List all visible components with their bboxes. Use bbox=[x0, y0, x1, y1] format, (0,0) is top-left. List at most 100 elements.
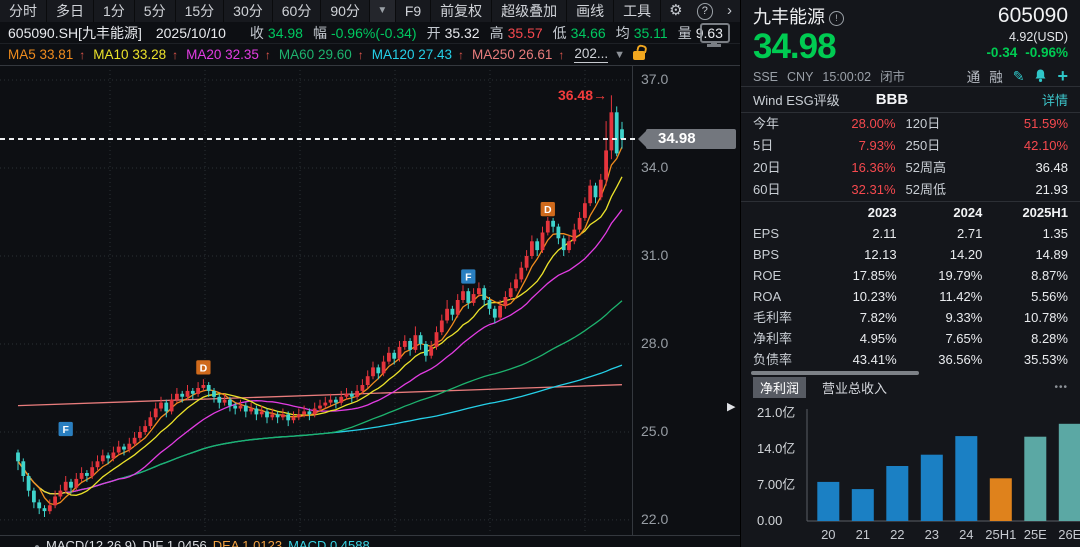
esg-rating: BBB bbox=[876, 91, 909, 108]
fin-row-label: ROE bbox=[753, 265, 811, 286]
gear-icon[interactable]: ⚙ bbox=[661, 0, 690, 22]
quote-field-label: 均 bbox=[616, 23, 630, 43]
quote-field-value: 34.66 bbox=[571, 25, 606, 41]
macd-params: MACD(12,26,9) bbox=[46, 538, 136, 547]
bar-23[interactable] bbox=[921, 455, 943, 521]
perf-label: 60日 bbox=[753, 179, 799, 201]
fin-col-header: 2023 bbox=[811, 202, 897, 223]
ma-dropdown-icon[interactable]: ▼ bbox=[614, 49, 625, 61]
more-options-icon[interactable]: ••• bbox=[1054, 382, 1068, 393]
tab-total-revenue[interactable]: 营业总收入 bbox=[822, 378, 887, 397]
bar-26E[interactable] bbox=[1059, 424, 1080, 521]
bar-20[interactable] bbox=[817, 482, 839, 521]
toolbar-action-1[interactable]: 前复权 bbox=[431, 0, 492, 22]
svg-text:7.00亿: 7.00亿 bbox=[757, 477, 795, 492]
interval-dropdown-icon[interactable]: ▼ bbox=[370, 0, 396, 22]
svg-text:0.00: 0.00 bbox=[757, 513, 782, 528]
quote-field-value: 35.11 bbox=[634, 25, 668, 41]
esg-detail-link[interactable]: 详情 bbox=[1042, 90, 1068, 109]
bar-25H1[interactable] bbox=[990, 478, 1012, 521]
quote-field-label: 幅 bbox=[313, 23, 327, 43]
fin-cell: 11.42% bbox=[897, 286, 983, 307]
toolbar-action-3[interactable]: 画线 bbox=[567, 0, 614, 22]
bar-21[interactable] bbox=[852, 489, 874, 521]
perf-label: 5日 bbox=[753, 135, 799, 157]
floating-monitor-icon[interactable] bbox=[700, 23, 730, 43]
quote-field-value: 35.57 bbox=[508, 25, 543, 41]
up-arrow-icon: ↑ bbox=[172, 48, 178, 62]
fin-cell: 19.79% bbox=[897, 265, 983, 286]
toolbar-period-4[interactable]: 15分 bbox=[176, 0, 225, 22]
last-price: 34.98 bbox=[753, 29, 836, 65]
svg-text:24: 24 bbox=[959, 527, 973, 542]
unlock-icon[interactable] bbox=[633, 51, 645, 60]
kline-plot[interactable]: FDFD bbox=[0, 66, 632, 535]
up-arrow-icon: ↑ bbox=[458, 48, 464, 62]
toolbar-action-4[interactable]: 工具 bbox=[614, 0, 661, 22]
financials-table: 202320242025H1EPS2.112.711.35BPS12.1314.… bbox=[753, 202, 1068, 370]
svg-text:21.0亿: 21.0亿 bbox=[757, 405, 795, 420]
kline-chart-area[interactable]: FDFD 37.034.031.028.025.022.0 34.98 36.4… bbox=[0, 66, 740, 535]
exchange-label: SSE bbox=[753, 70, 778, 84]
fin-cell: 36.56% bbox=[897, 349, 983, 370]
chevron-right-icon[interactable]: › bbox=[719, 0, 740, 22]
perf-value: 42.10% bbox=[962, 135, 1069, 157]
bar-25E[interactable] bbox=[1024, 437, 1046, 521]
macd-dea: DEA 1.0123 bbox=[213, 538, 282, 547]
ma-legend-ma60: MA60 29.60 bbox=[279, 47, 352, 62]
fin-cell: 14.89 bbox=[982, 244, 1068, 265]
fin-cell: 7.65% bbox=[897, 328, 983, 349]
price-axis-tick: 34.0 bbox=[641, 159, 668, 175]
ma-legend-row: MA5 33.81↑MA10 33.28↑MA20 32.35↑MA60 29.… bbox=[0, 44, 740, 66]
toolbar-action-0[interactable]: F9 bbox=[396, 0, 431, 22]
edit-pencil-icon[interactable]: ✎ bbox=[1013, 69, 1025, 83]
macd-bullet-icon: ● bbox=[34, 542, 40, 547]
ma-period-selector[interactable]: 202... bbox=[574, 46, 608, 63]
toolbar-period-3[interactable]: 5分 bbox=[135, 0, 176, 22]
tab-net-profit[interactable]: 净利润 bbox=[753, 377, 806, 398]
fin-cell: 12.13 bbox=[811, 244, 897, 265]
toolbar-period-7[interactable]: 90分 bbox=[321, 0, 370, 22]
quote-field-value: 35.32 bbox=[445, 25, 480, 41]
fin-col-header bbox=[753, 202, 811, 223]
alert-bell-icon[interactable] bbox=[1034, 69, 1047, 83]
badge-tong[interactable]: 通 bbox=[967, 66, 981, 86]
toolbar-period-0[interactable]: 分时 bbox=[0, 0, 47, 22]
price-change-pct: -0.96% bbox=[1025, 45, 1068, 60]
toolbar-period-2[interactable]: 1分 bbox=[94, 0, 135, 22]
toolbar-action-2[interactable]: 超级叠加 bbox=[492, 0, 567, 22]
macd-legend: ●MACD(12,26,9)DIF 1.0456DEA 1.0123MACD 0… bbox=[0, 535, 740, 547]
table-scrollbar[interactable] bbox=[751, 371, 919, 375]
add-to-watchlist-icon[interactable]: + bbox=[1057, 69, 1068, 83]
up-arrow-icon: ↑ bbox=[358, 48, 364, 62]
fin-cell: 17.85% bbox=[811, 265, 897, 286]
stock-code: 605090 bbox=[998, 4, 1068, 28]
perf-value: 28.00% bbox=[799, 113, 906, 135]
help-icon[interactable]: ? bbox=[697, 3, 713, 20]
toolbar-period-6[interactable]: 60分 bbox=[273, 0, 322, 22]
quote-symbol: 605090.SH[九丰能源] bbox=[8, 23, 142, 43]
toolbar-period-5[interactable]: 30分 bbox=[224, 0, 273, 22]
fin-cell: 1.35 bbox=[982, 223, 1068, 244]
fin-row-label: 毛利率 bbox=[753, 307, 811, 328]
bar-24[interactable] bbox=[955, 436, 977, 521]
svg-text:25E: 25E bbox=[1024, 527, 1047, 542]
fin-row-label: BPS bbox=[753, 244, 811, 265]
perf-label: 今年 bbox=[753, 113, 799, 135]
panel-collapse-handle[interactable]: ▶ bbox=[727, 400, 735, 413]
fin-cell: 4.95% bbox=[811, 328, 897, 349]
fin-cell: 43.41% bbox=[811, 349, 897, 370]
stock-name: 九丰能源 bbox=[753, 7, 825, 27]
quote-time: 15:00:02 bbox=[822, 70, 871, 84]
info-icon[interactable]: ! bbox=[829, 11, 844, 26]
badge-rong[interactable]: 融 bbox=[989, 66, 1003, 86]
fin-row-label: 净利率 bbox=[753, 328, 811, 349]
fin-cell: 10.23% bbox=[811, 286, 897, 307]
fin-row-label: ROA bbox=[753, 286, 811, 307]
svg-text:22: 22 bbox=[890, 527, 904, 542]
toolbar-period-1[interactable]: 多日 bbox=[47, 0, 94, 22]
perf-label: 52周高 bbox=[906, 157, 962, 179]
stock-info-panel: 九丰能源! 605090 34.98 4.92(USD) -0.34-0.96%… bbox=[740, 0, 1080, 547]
perf-value: 7.93% bbox=[799, 135, 906, 157]
bar-22[interactable] bbox=[886, 466, 908, 521]
